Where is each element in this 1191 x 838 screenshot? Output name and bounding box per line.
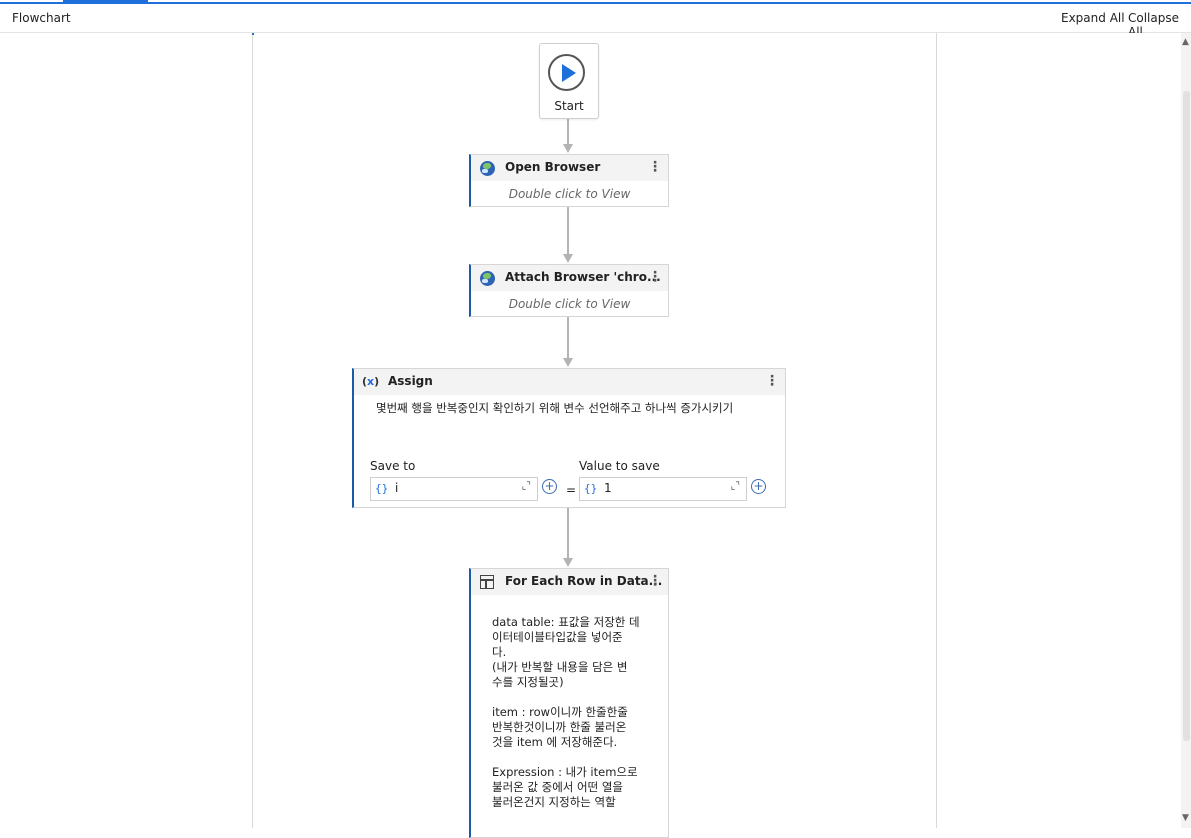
activity-title: Assign (388, 374, 433, 388)
designer-header: Flowchart Expand All Collapse All (0, 4, 1191, 39)
start-label: Start (554, 99, 584, 113)
variable-icon: (x) (362, 375, 380, 388)
vertical-scrollbar[interactable]: ▲ ▼ (1181, 33, 1191, 828)
flowchart-accent (252, 33, 254, 35)
save-to-field[interactable]: {} i ⌞⌝ (370, 477, 538, 501)
connector-arrow (563, 558, 573, 567)
activity-title: For Each Row in Data... (505, 574, 663, 588)
add-plus-icon[interactable]: + (542, 479, 557, 494)
value-to-save-label: Value to save (579, 459, 660, 473)
expand-editor-icon[interactable]: ⌞⌝ (522, 481, 531, 492)
save-to-label: Save to (370, 459, 416, 473)
activity-hint: Double click to View (508, 297, 631, 311)
save-to-value: i (395, 481, 399, 495)
activity-assign[interactable]: (x) Assign ⋮ 몇번째 행을 반복중인지 확인하기 위해 변수 선언해… (352, 368, 786, 508)
activity-header: Open Browser ⋮ (471, 155, 668, 181)
activity-hint: Double click to View (508, 187, 631, 201)
globe-icon (480, 271, 495, 286)
active-tab-indicator[interactable] (63, 0, 148, 3)
connector-arrow (563, 254, 573, 263)
equals-sign: = (566, 483, 577, 497)
expand-all-button[interactable]: Expand All (1061, 11, 1125, 25)
value-to-save-value: 1 (604, 481, 612, 495)
more-options-icon[interactable]: ⋮ (648, 158, 662, 176)
activity-open-browser[interactable]: Open Browser ⋮ Double click to View (469, 154, 669, 207)
more-options-icon[interactable]: ⋮ (765, 372, 779, 390)
scroll-up-icon[interactable]: ▲ (1182, 37, 1189, 47)
activity-annotation: data table: 표값을 저장한 데 이터테이블타입값을 넣어준 다. (… (492, 615, 640, 809)
breadcrumb-flowchart[interactable]: Flowchart (12, 11, 71, 25)
connector-line (567, 118, 569, 145)
connector-arrow (563, 358, 573, 367)
activity-for-each-row[interactable]: For Each Row in Data... ⋮ data table: 표값… (469, 568, 669, 838)
activity-title: Attach Browser 'chro... (505, 270, 661, 284)
add-plus-icon[interactable]: + (751, 479, 766, 494)
connector-line (567, 317, 569, 359)
more-options-icon[interactable]: ⋮ (648, 268, 662, 286)
activity-attach-browser[interactable]: Attach Browser 'chro... ⋮ Double click t… (469, 264, 669, 317)
table-loop-icon (480, 575, 494, 589)
play-icon (548, 54, 585, 91)
activity-header: Attach Browser 'chro... ⋮ (471, 265, 668, 291)
globe-icon (480, 161, 495, 176)
value-to-save-field[interactable]: {} 1 ⌞⌝ (579, 477, 747, 501)
expression-brace-icon: {} (584, 482, 598, 495)
start-node[interactable]: Start (539, 43, 599, 119)
connector-arrow (563, 144, 573, 153)
expand-editor-icon[interactable]: ⌞⌝ (731, 481, 740, 492)
activity-title: Open Browser (505, 160, 601, 174)
more-options-icon[interactable]: ⋮ (648, 572, 662, 590)
connector-line (567, 508, 569, 559)
activity-header: (x) Assign ⋮ (354, 369, 785, 395)
scrollbar-thumb[interactable] (1183, 91, 1190, 741)
activity-header: For Each Row in Data... ⋮ (471, 569, 668, 595)
connector-line (567, 207, 569, 255)
expression-brace-icon: {} (375, 482, 389, 495)
activity-description: 몇번째 행을 반복중인지 확인하기 위해 변수 선언해주고 하나씩 증가시키기 (376, 401, 734, 415)
scroll-down-icon[interactable]: ▼ (1182, 813, 1189, 823)
